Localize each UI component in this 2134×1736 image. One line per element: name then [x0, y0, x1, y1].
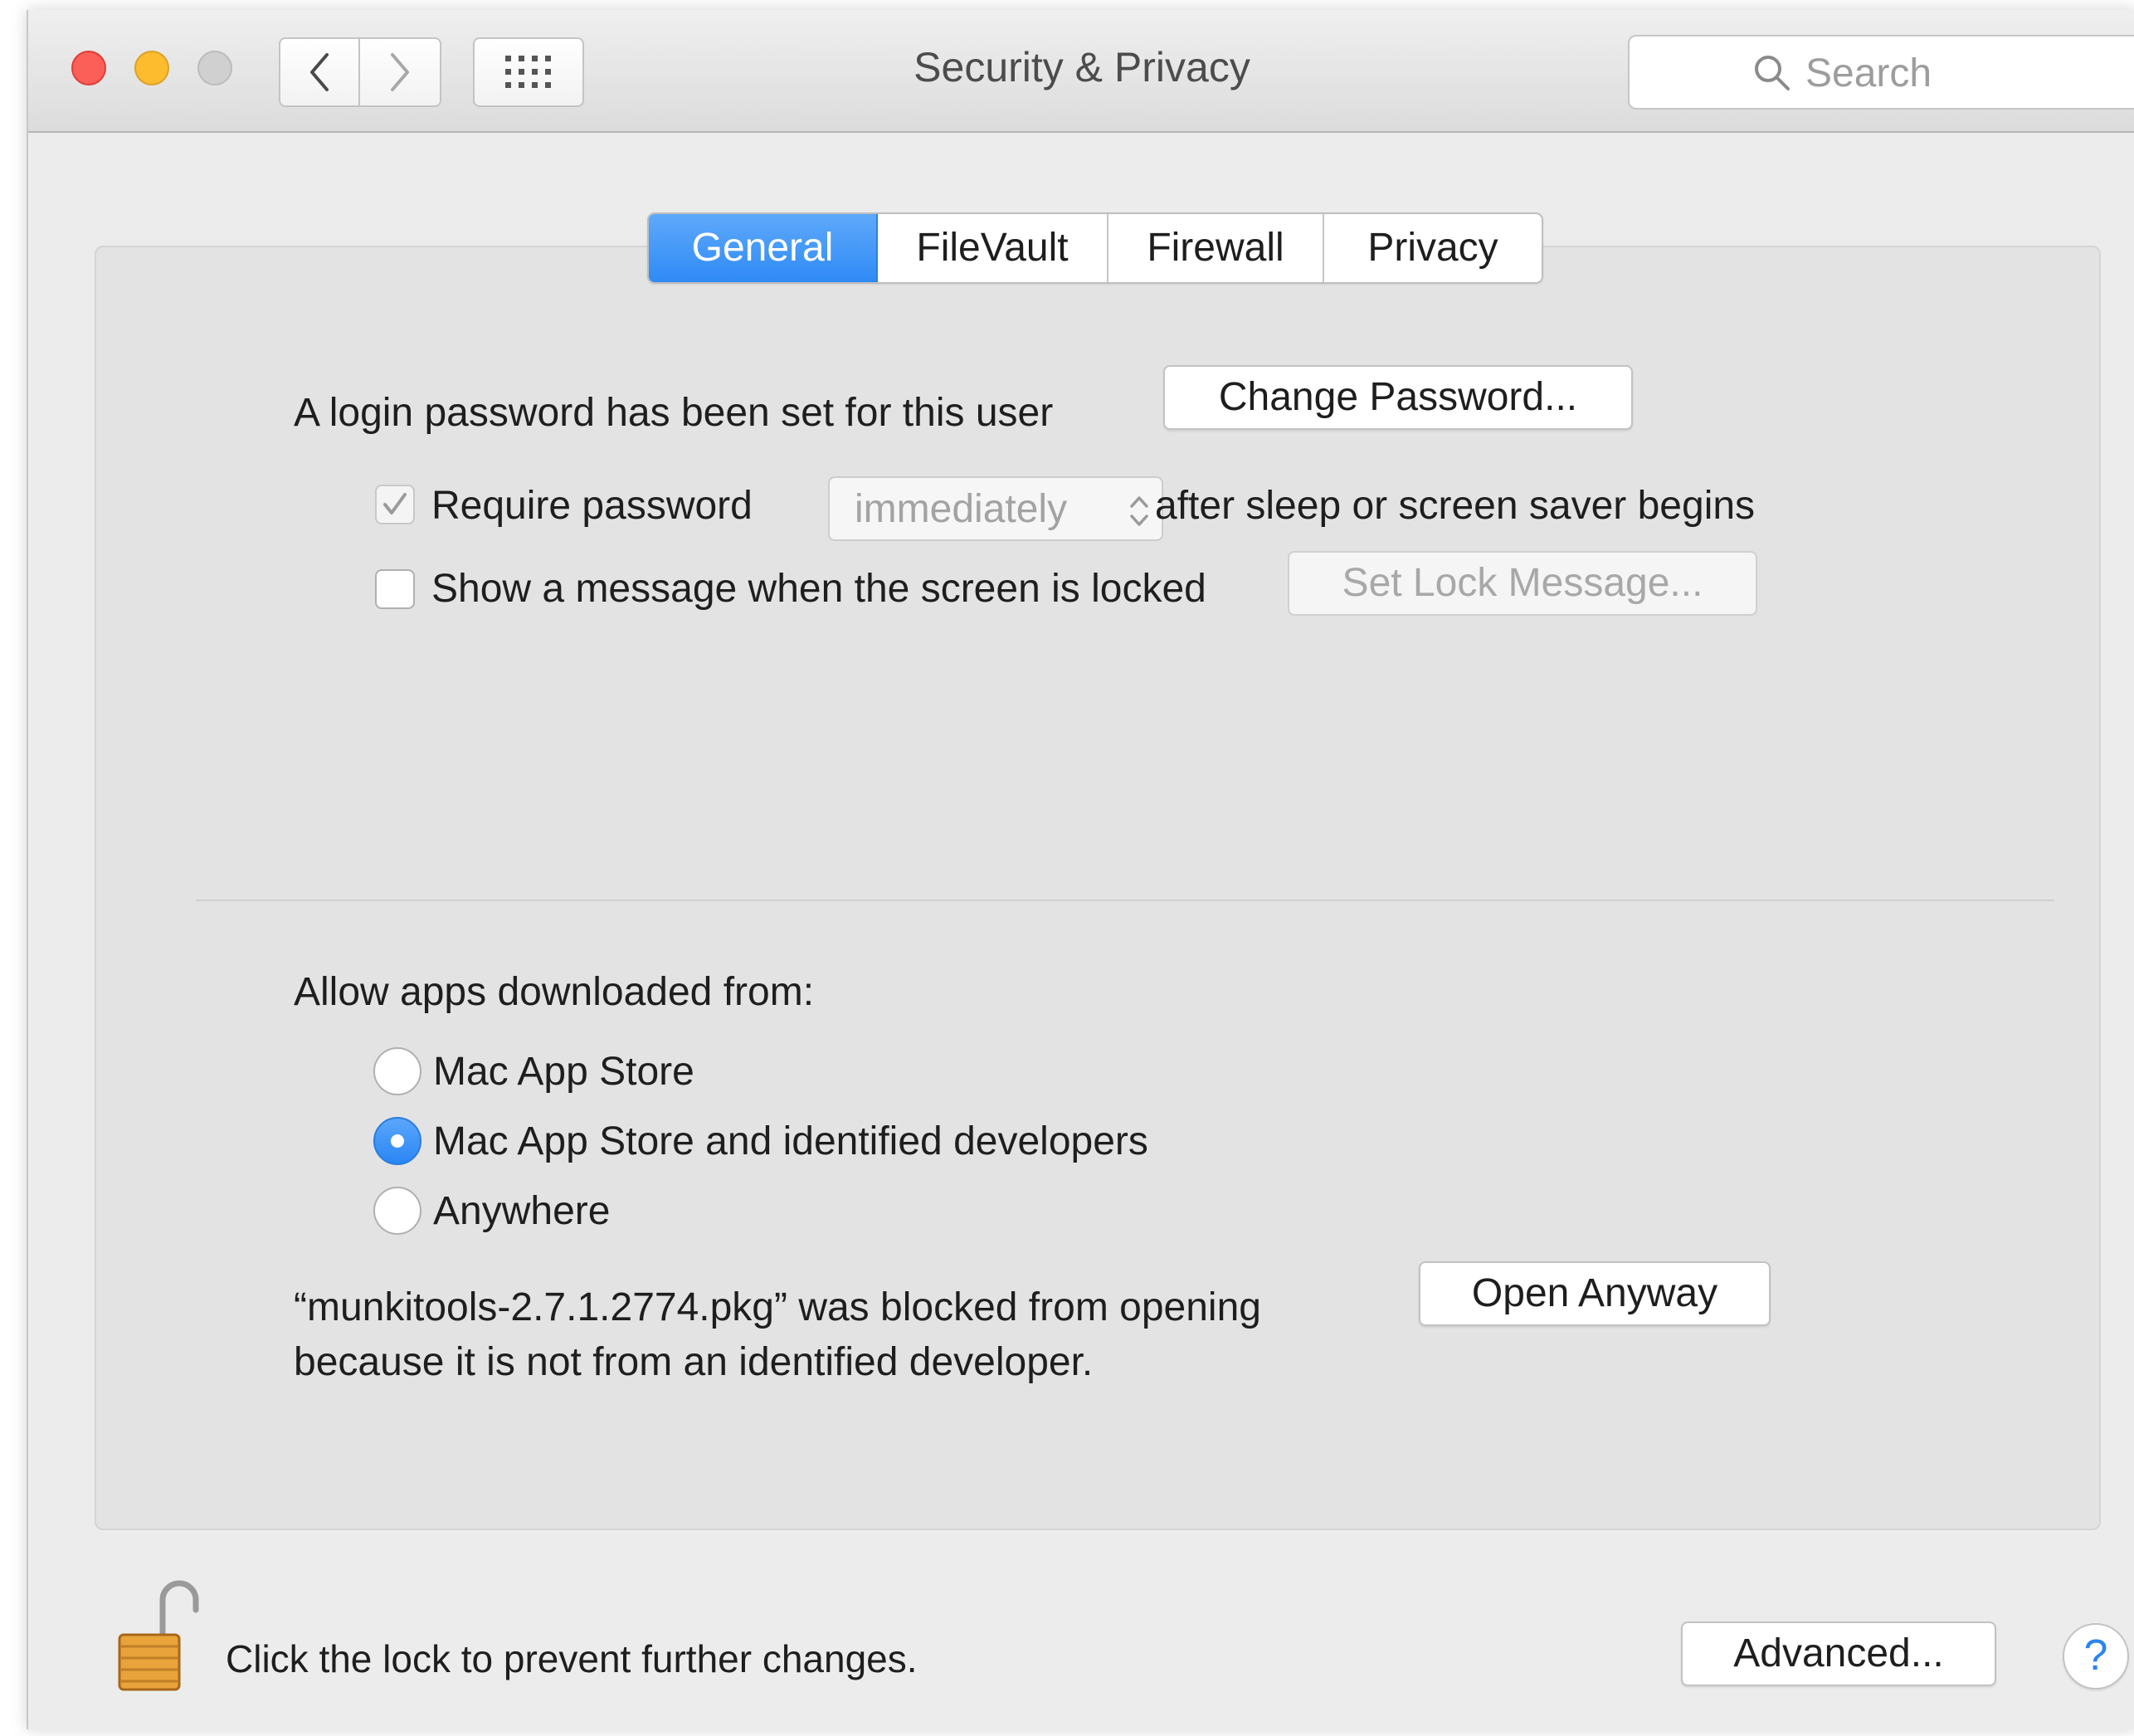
password-status-text: A login password has been set for this u… — [294, 391, 1054, 435]
padlock-open-icon — [118, 1580, 199, 1691]
radio-identified-developers-label: Mac App Store and identified developers — [433, 1119, 1148, 1163]
section-divider — [196, 900, 2054, 901]
tab-bar: General FileVault Firewall Privacy — [647, 212, 1543, 284]
open-anyway-button[interactable]: Open Anyway — [1419, 1261, 1771, 1326]
tab-privacy[interactable]: Privacy — [1324, 214, 1542, 282]
blocked-message-line2: because it is not from an identified dev… — [294, 1340, 1094, 1384]
title-bar: Security & Privacy — [28, 10, 2134, 133]
lock-message-checkbox[interactable] — [375, 569, 415, 609]
lock-message-label: Show a message when the screen is locked — [431, 567, 1206, 611]
advanced-button[interactable]: Advanced... — [1681, 1621, 1996, 1686]
search-input[interactable] — [1804, 48, 2134, 98]
blocked-message-line1: “munkitools-2.7.1.2774.pkg” was blocked … — [294, 1285, 1261, 1329]
checkmark-icon — [383, 493, 407, 514]
lock-hint-text: Click the lock to prevent further change… — [226, 1637, 918, 1680]
password-delay-value: immediately — [855, 487, 1068, 531]
require-password-checkbox — [375, 485, 415, 524]
updown-arrows-icon — [1130, 496, 1148, 526]
radio-mac-app-store-label: Mac App Store — [433, 1050, 694, 1094]
search-icon — [1755, 56, 1790, 90]
require-password-label: Require password — [431, 484, 753, 528]
lock-button[interactable] — [108, 1577, 207, 1693]
help-button[interactable]: ? — [2063, 1623, 2129, 1690]
tab-general[interactable]: General — [649, 214, 878, 282]
search-field[interactable] — [1628, 35, 2134, 110]
preferences-window: Security & Privacy General FileVault Fir… — [27, 10, 2134, 1729]
radio-identified-developers[interactable] — [373, 1117, 421, 1165]
allow-apps-heading: Allow apps downloaded from: — [294, 970, 815, 1014]
radio-mac-app-store[interactable] — [373, 1047, 421, 1095]
set-lock-message-button: Set Lock Message... — [1288, 551, 1757, 616]
radio-anywhere[interactable] — [373, 1187, 421, 1235]
tab-filevault[interactable]: FileVault — [878, 214, 1108, 282]
general-panel — [95, 246, 2101, 1530]
tab-firewall[interactable]: Firewall — [1108, 214, 1324, 282]
password-delay-select: immediately — [828, 476, 1163, 541]
change-password-button[interactable]: Change Password... — [1163, 365, 1633, 430]
radio-anywhere-label: Anywhere — [433, 1189, 611, 1233]
after-sleep-text: after sleep or screen saver begins — [1155, 484, 1756, 528]
